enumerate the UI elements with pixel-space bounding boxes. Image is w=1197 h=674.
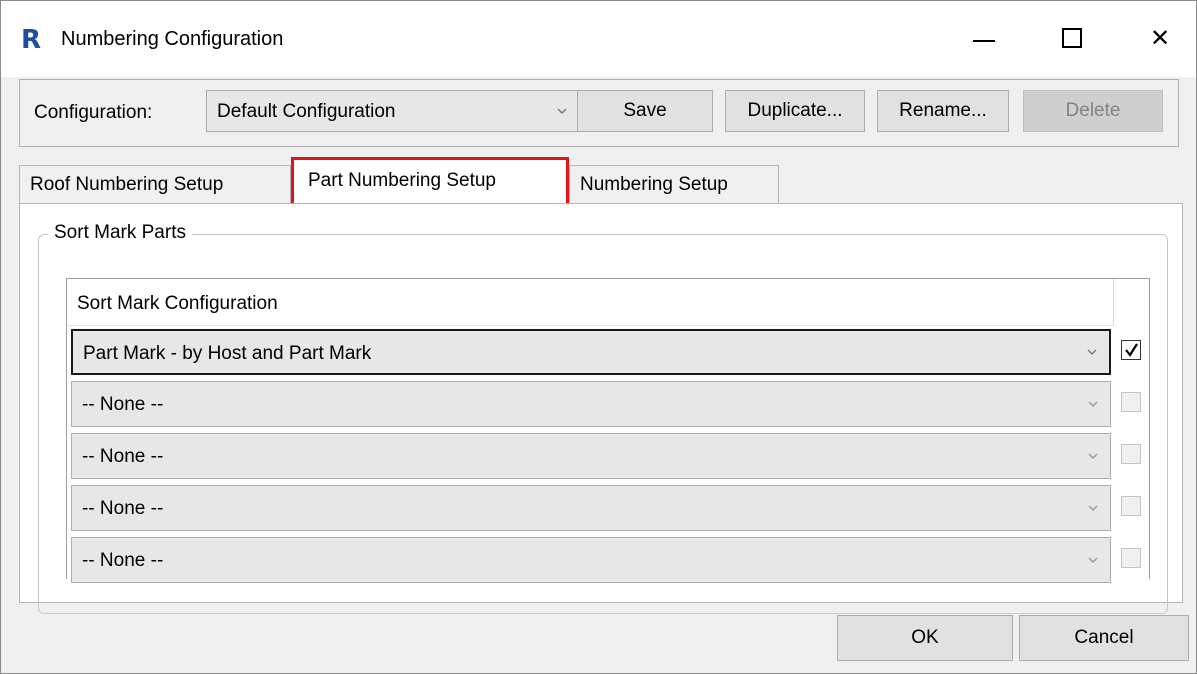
chevron-down-icon	[1088, 557, 1098, 563]
sort-mark-checkbox-2[interactable]	[1121, 392, 1141, 412]
ok-button[interactable]: OK	[837, 615, 1013, 661]
minimize-button[interactable]	[961, 15, 1007, 61]
sort-mark-checkbox-3[interactable]	[1121, 444, 1141, 464]
chevron-down-icon	[557, 108, 567, 114]
configuration-toolbar: Configuration: Default Configuration Sav…	[19, 79, 1179, 147]
grid-column-header: Sort Mark Configuration	[67, 279, 1114, 326]
column-header-label: Sort Mark Configuration	[77, 293, 278, 314]
sort-mark-checkbox-4[interactable]	[1121, 496, 1141, 516]
grid-checkbox-header	[1113, 279, 1149, 325]
revit-app-icon: R	[21, 25, 42, 55]
duplicate-button[interactable]: Duplicate...	[725, 90, 865, 132]
configuration-select-value: Default Configuration	[217, 101, 396, 122]
tab-numbering-setup[interactable]: Numbering Setup	[569, 165, 779, 203]
sort-mark-value: -- None --	[82, 550, 164, 571]
chevron-down-icon	[1088, 505, 1098, 511]
checkmark-icon	[1125, 343, 1138, 357]
table-row: -- None --	[67, 483, 1149, 535]
maximize-button[interactable]	[1049, 15, 1095, 61]
tab-roof-numbering-setup[interactable]: Roof Numbering Setup	[19, 165, 291, 203]
sort-mark-value: -- None --	[82, 446, 164, 467]
table-row: -- None --	[67, 379, 1149, 431]
table-row: -- None --	[67, 431, 1149, 483]
maximize-icon	[1062, 28, 1082, 48]
chevron-down-icon	[1088, 401, 1098, 407]
sort-mark-select-3[interactable]: -- None --	[71, 433, 1111, 479]
tab-part-numbering-setup[interactable]: Part Numbering Setup	[291, 157, 569, 203]
configuration-label: Configuration:	[34, 102, 153, 123]
window-title: Numbering Configuration	[61, 28, 284, 50]
sort-mark-value: Part Mark - by Host and Part Mark	[83, 343, 372, 364]
chevron-down-icon	[1088, 453, 1098, 459]
sort-mark-parts-legend: Sort Mark Parts	[48, 222, 192, 244]
sort-mark-select-1[interactable]: Part Mark - by Host and Part Mark	[71, 329, 1111, 375]
rename-button[interactable]: Rename...	[877, 90, 1009, 132]
sort-mark-select-4[interactable]: -- None --	[71, 485, 1111, 531]
sort-mark-checkbox-5[interactable]	[1121, 548, 1141, 568]
title-bar[interactable]: R Numbering Configuration ✕	[1, 1, 1196, 77]
sort-mark-value: -- None --	[82, 498, 164, 519]
numbering-configuration-dialog: R Numbering Configuration ✕ Configuratio…	[0, 0, 1197, 674]
cancel-button[interactable]: Cancel	[1019, 615, 1189, 661]
delete-button[interactable]: Delete	[1023, 90, 1163, 132]
chevron-down-icon	[1087, 349, 1097, 355]
sort-mark-select-2[interactable]: -- None --	[71, 381, 1111, 427]
sort-mark-grid: Sort Mark Configuration Part Mark - by H…	[66, 278, 1150, 583]
minimize-icon	[973, 40, 995, 42]
sort-mark-value: -- None --	[82, 394, 164, 415]
close-icon: ✕	[1149, 24, 1171, 52]
save-button[interactable]: Save	[577, 90, 713, 132]
sort-mark-checkbox-1[interactable]	[1121, 340, 1141, 360]
tab-panel: Sort Mark Parts Sort Mark Configuration …	[19, 203, 1183, 614]
sort-mark-select-5[interactable]: -- None --	[71, 537, 1111, 583]
table-row: Part Mark - by Host and Part Mark	[67, 327, 1149, 379]
table-row: -- None --	[67, 535, 1149, 587]
close-button[interactable]: ✕	[1137, 15, 1183, 61]
configuration-select[interactable]: Default Configuration	[206, 90, 580, 132]
